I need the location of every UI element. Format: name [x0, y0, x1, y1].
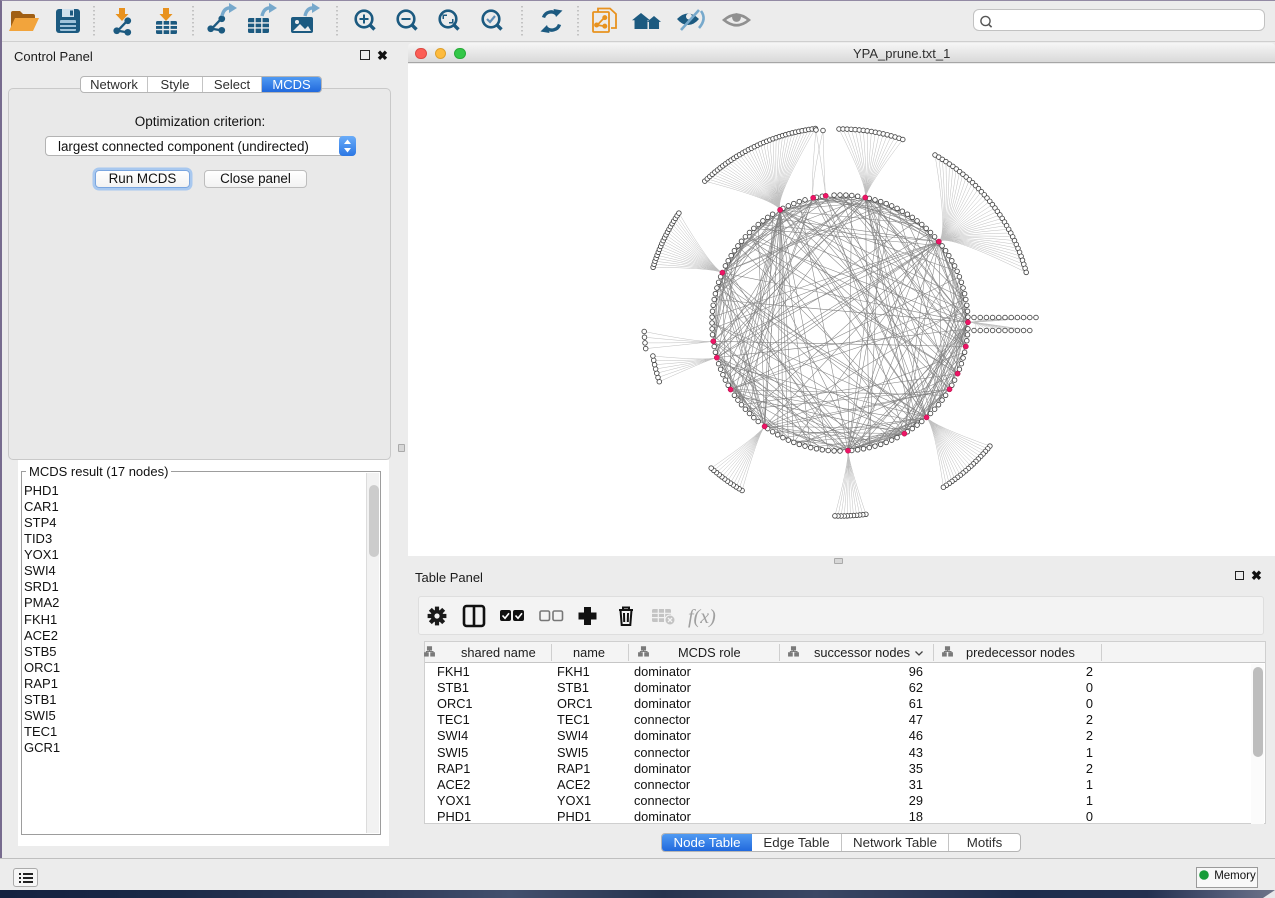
svg-text:f(x): f(x) [688, 606, 716, 628]
